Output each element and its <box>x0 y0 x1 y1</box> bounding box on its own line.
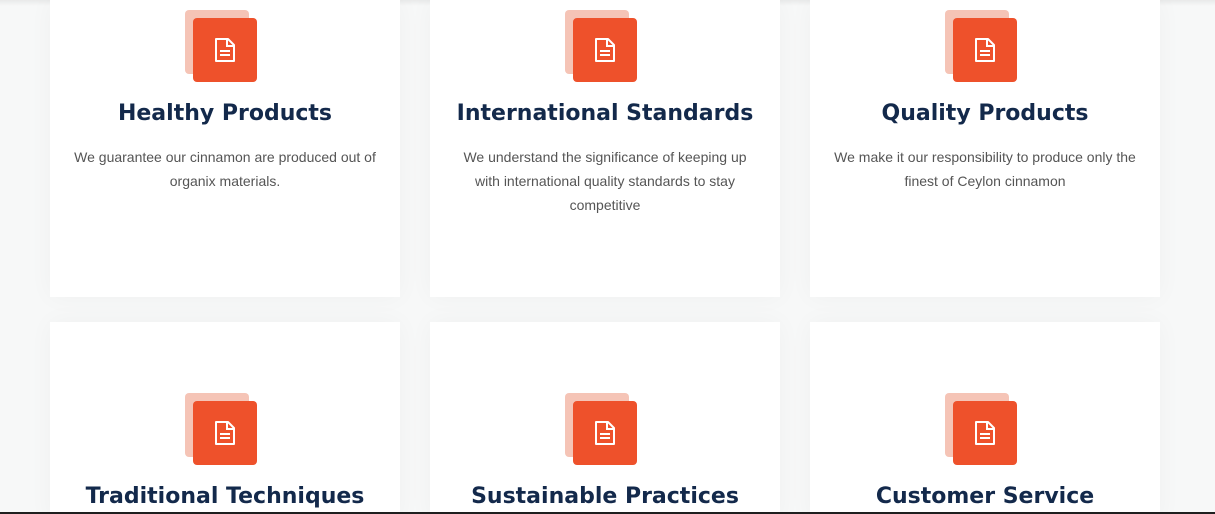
feature-description: We guarantee our cinnamon are produced o… <box>74 149 376 189</box>
icon-tile <box>193 401 257 465</box>
feature-title: Customer Service <box>875 484 1095 509</box>
feature-title: Sustainable Practices <box>471 484 739 509</box>
feature-icon-badge <box>565 393 637 465</box>
feature-card-customer-service: Customer Service <box>810 322 1160 514</box>
icon-tile <box>193 18 257 82</box>
document-icon <box>215 38 235 62</box>
feature-description: We understand the significance of keepin… <box>463 149 747 213</box>
document-icon <box>975 38 995 62</box>
features-section: Healthy Products We guarantee our cinnam… <box>0 0 1215 514</box>
feature-card-sustainable-practices: Sustainable Practices <box>430 322 780 514</box>
feature-icon-badge <box>945 393 1017 465</box>
document-icon <box>975 421 995 445</box>
feature-title: Healthy Products <box>117 101 333 126</box>
feature-icon-badge <box>185 10 257 82</box>
feature-card-quality-products: Quality Products We make it our responsi… <box>810 0 1160 297</box>
feature-title: International Standards <box>456 101 754 126</box>
feature-card-healthy-products: Healthy Products We guarantee our cinnam… <box>50 0 400 297</box>
feature-description: We make it our responsibility to produce… <box>834 149 1136 189</box>
icon-tile <box>573 401 637 465</box>
feature-title: Quality Products <box>881 101 1089 126</box>
icon-tile <box>953 18 1017 82</box>
feature-card-traditional-techniques: Traditional Techniques <box>50 322 400 514</box>
feature-icon-badge <box>565 10 637 82</box>
feature-card-international-standards: International Standards We understand th… <box>430 0 780 297</box>
document-icon <box>595 421 615 445</box>
feature-title: Traditional Techniques <box>85 484 365 509</box>
document-icon <box>595 38 615 62</box>
icon-tile <box>573 18 637 82</box>
document-icon <box>215 421 235 445</box>
feature-icon-badge <box>945 10 1017 82</box>
icon-tile <box>953 401 1017 465</box>
feature-icon-badge <box>185 393 257 465</box>
